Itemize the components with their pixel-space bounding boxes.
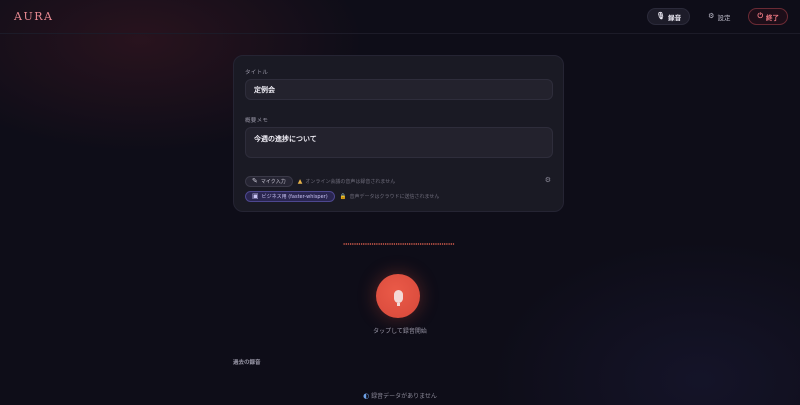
gear-icon: ⚙ bbox=[708, 12, 715, 20]
exit-icon: ⏻ bbox=[757, 12, 763, 20]
waveform-indicator bbox=[343, 243, 455, 245]
robot-icon: ▣ bbox=[252, 192, 259, 200]
title-field-label: タイトル bbox=[245, 70, 269, 76]
waveform-icon: ◐ bbox=[363, 392, 370, 400]
start-recording-button[interactable] bbox=[376, 274, 420, 318]
record-tab-button[interactable]: 🎙 録音 bbox=[647, 8, 691, 25]
microphone-icon: ✎ bbox=[252, 177, 258, 185]
privacy-note: 🔒 音声データはクラウドに送信されません bbox=[339, 193, 440, 201]
microphone-icon bbox=[393, 289, 403, 306]
mic-input-chip[interactable]: ✎ マイク入力 bbox=[245, 176, 293, 187]
settings-label: 設定 bbox=[717, 13, 731, 22]
mic-icon: 🎙 bbox=[656, 12, 666, 20]
exit-label: 終了 bbox=[766, 13, 779, 22]
header: AURA 🎙 録音 ⚙ 設定 ⏻ 終了 bbox=[0, 0, 800, 34]
options-gear-icon[interactable]: ⚙ bbox=[545, 176, 551, 184]
model-select-chip[interactable]: ▣ ビジネス用 (faster-whisper) bbox=[245, 191, 335, 202]
lock-icon: 🔒 bbox=[339, 193, 347, 200]
memo-textarea[interactable]: 今週の進捗について bbox=[245, 127, 553, 158]
model-row: ▣ ビジネス用 (faster-whisper) 🔒 音声データはクラウドに送信… bbox=[245, 191, 439, 202]
tap-to-record-label: タップして録音開始 bbox=[373, 328, 427, 335]
model-label: ビジネス用 (faster-whisper) bbox=[261, 194, 328, 200]
mic-warning-text: オンライン会議の音声は録音されません bbox=[305, 179, 396, 185]
settings-button[interactable]: ⚙ 設定 bbox=[700, 8, 738, 25]
title-input[interactable]: 定例会 bbox=[245, 79, 553, 100]
empty-recordings-text: 録音データがありません bbox=[371, 393, 437, 400]
app-logo: AURA bbox=[14, 10, 54, 23]
header-actions: 🎙 録音 ⚙ 設定 ⏻ 終了 bbox=[647, 8, 788, 25]
warning-icon: ▲ bbox=[297, 178, 303, 185]
input-source-row: ✎ マイク入力 ▲ オンライン会議の音声は録音されません bbox=[245, 176, 395, 187]
mic-input-label: マイク入力 bbox=[260, 179, 286, 185]
app-root: AURA 🎙 録音 ⚙ 設定 ⏻ 終了 タイトル 定例会 概要メモ 今週の進捗に… bbox=[0, 0, 800, 405]
record-tab-label: 録音 bbox=[668, 13, 682, 22]
past-recordings-heading: 過去の録音 bbox=[233, 360, 261, 366]
exit-button[interactable]: ⏻ 終了 bbox=[748, 8, 788, 25]
meeting-form-card: タイトル 定例会 概要メモ 今週の進捗について ✎ マイク入力 ▲ オンライン会… bbox=[233, 55, 564, 212]
mic-warning-note: ▲ オンライン会議の音声は録音されません bbox=[298, 178, 395, 185]
empty-recordings-message: ◐ 録音データがありません bbox=[300, 391, 500, 401]
memo-field-label: 概要メモ bbox=[245, 118, 269, 124]
privacy-text: 音声データはクラウドに送信されません bbox=[349, 194, 440, 200]
